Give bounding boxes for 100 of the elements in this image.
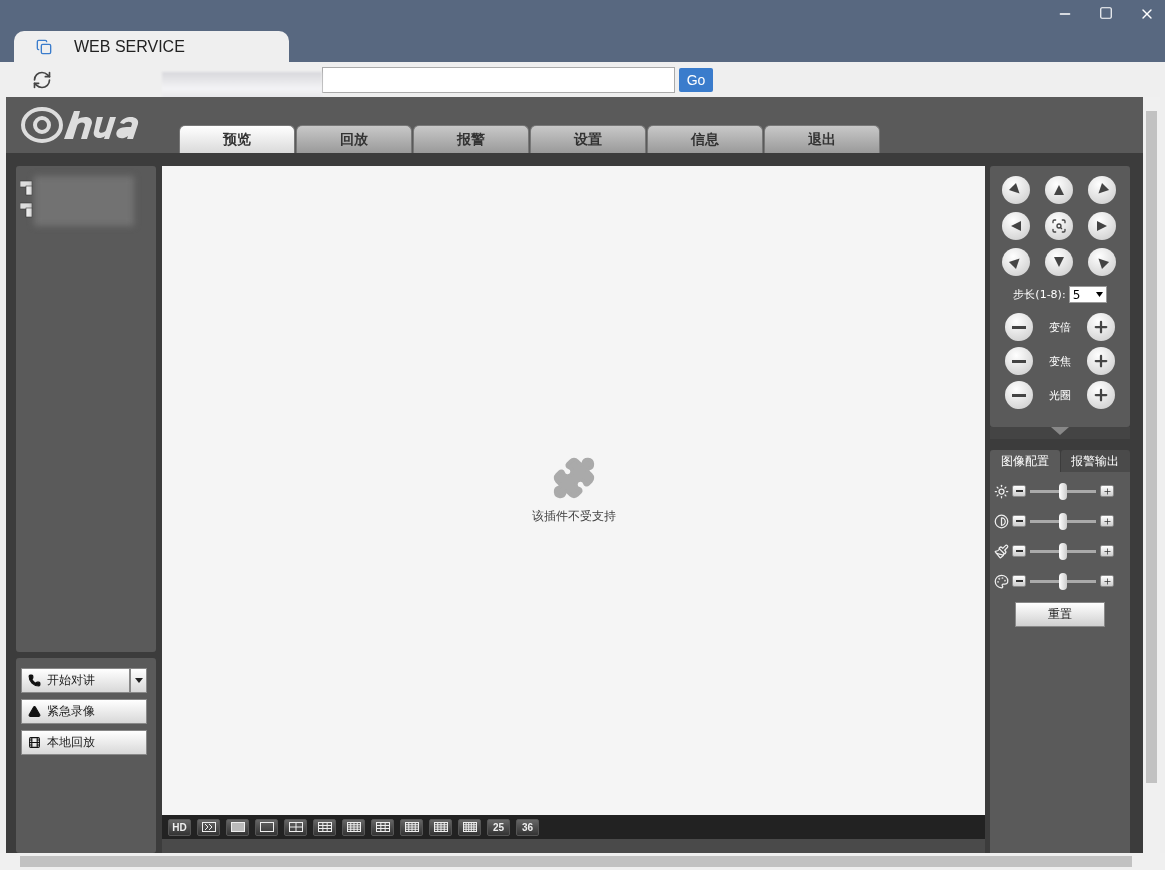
- puzzle-icon: [551, 456, 596, 500]
- nav-tab[interactable]: 退出: [764, 125, 880, 153]
- slider-thumb[interactable]: [1059, 512, 1067, 530]
- minus-button[interactable]: [1005, 347, 1033, 375]
- address-field[interactable]: [322, 66, 675, 93]
- nav-tab[interactable]: 报警: [413, 125, 529, 153]
- increase-button[interactable]: [1100, 515, 1114, 527]
- image-tab[interactable]: 报警输出: [1060, 450, 1130, 472]
- plus-icon: [1102, 576, 1112, 586]
- nav-tab[interactable]: 预览: [179, 125, 295, 153]
- plus-icon: [1092, 352, 1110, 370]
- layout-button[interactable]: HD: [168, 818, 191, 836]
- ptz-left-button[interactable]: [1002, 212, 1030, 240]
- layout-button[interactable]: [371, 818, 394, 836]
- decrease-button[interactable]: [1012, 575, 1026, 587]
- decrease-button[interactable]: [1012, 545, 1026, 557]
- layout-button[interactable]: [197, 818, 220, 836]
- nav-tab[interactable]: 信息: [647, 125, 763, 153]
- decrease-button[interactable]: [1012, 485, 1026, 497]
- layout-button[interactable]: [429, 818, 452, 836]
- caret-icon: [134, 678, 143, 683]
- step-select[interactable]: 5: [1068, 286, 1107, 303]
- minus-button[interactable]: [1005, 313, 1033, 341]
- layout-button[interactable]: [400, 818, 423, 836]
- plus-button[interactable]: [1087, 381, 1115, 409]
- minus-button[interactable]: [1005, 381, 1033, 409]
- slider-thumb[interactable]: [1059, 542, 1067, 560]
- layout-button[interactable]: [458, 818, 481, 836]
- grid-layout-icon: [317, 822, 332, 832]
- ptz-down-button[interactable]: [1045, 248, 1073, 276]
- dropdown-button[interactable]: [130, 668, 147, 693]
- magnifier-icon: [1051, 218, 1067, 234]
- nav-tab[interactable]: 设置: [530, 125, 646, 153]
- plugin-message: 该插件不受支持: [531, 508, 616, 525]
- collapse-bar[interactable]: [990, 427, 1130, 439]
- ptz-up-left-button[interactable]: [1088, 248, 1116, 276]
- tab-title: WEB SERVICE: [74, 37, 185, 56]
- slider-thumb[interactable]: [1059, 572, 1067, 590]
- film-icon: [28, 736, 41, 749]
- grid-layout-icon: [433, 822, 448, 832]
- go-button[interactable]: Go: [679, 67, 713, 92]
- layout-button[interactable]: 25: [487, 818, 510, 836]
- zoom-area-button[interactable]: [1045, 212, 1073, 240]
- layout-button[interactable]: [313, 818, 336, 836]
- action-button[interactable]: 紧急录像: [21, 699, 147, 724]
- plus-button[interactable]: [1087, 313, 1115, 341]
- camera-icon: [20, 202, 34, 218]
- brightness-icon: [994, 483, 1009, 499]
- increase-button[interactable]: [1100, 485, 1114, 497]
- layout-button[interactable]: [342, 818, 365, 836]
- minus-icon: [1015, 490, 1023, 492]
- minus-icon: [1012, 325, 1026, 329]
- adjust-label: 变倍: [1049, 319, 1071, 335]
- increase-button[interactable]: [1100, 575, 1114, 587]
- warning-icon: [28, 705, 41, 718]
- grid-layout-icon: [404, 822, 419, 832]
- action-button[interactable]: 开始对讲: [21, 668, 130, 693]
- plus-button[interactable]: [1087, 347, 1115, 375]
- stream-icon: [201, 822, 216, 832]
- camera-icon: [20, 180, 34, 196]
- layout-button[interactable]: [226, 818, 249, 836]
- fullscreen-icon: [230, 822, 245, 832]
- layout-button[interactable]: 36: [516, 818, 539, 836]
- arrow-icon: [1010, 220, 1022, 232]
- plus-icon: [1092, 386, 1110, 404]
- plus-icon: [1092, 318, 1110, 336]
- grid-layout-icon: [288, 822, 303, 832]
- image-tab[interactable]: 图像配置: [990, 450, 1060, 472]
- phone-icon: [28, 674, 41, 687]
- arrow-icon: [1053, 184, 1065, 196]
- arrow-icon: [1053, 256, 1065, 268]
- reset-button[interactable]: 重置: [1015, 602, 1105, 627]
- browser-tab[interactable]: WEB SERVICE: [14, 31, 289, 62]
- grid-layout-icon: [375, 822, 390, 832]
- reload-icon[interactable]: [32, 69, 52, 90]
- minus-icon: [1015, 580, 1023, 582]
- minus-icon: [1015, 550, 1023, 552]
- minus-icon: [1012, 393, 1026, 397]
- ptz-right-button[interactable]: [1088, 212, 1116, 240]
- slider-thumb[interactable]: [1059, 482, 1067, 500]
- decrease-button[interactable]: [1012, 515, 1026, 527]
- adjust-label: 变焦: [1049, 353, 1071, 369]
- ptz-down-left-button[interactable]: [1088, 176, 1116, 204]
- arrow-icon: [1096, 220, 1108, 232]
- grid-layout-icon: [346, 822, 361, 832]
- maximize-icon[interactable]: [1099, 6, 1113, 20]
- layout-button[interactable]: [284, 818, 307, 836]
- action-button[interactable]: 本地回放: [21, 730, 147, 755]
- increase-button[interactable]: [1100, 545, 1114, 557]
- plus-icon: [1102, 486, 1112, 496]
- minus-icon: [1015, 520, 1023, 522]
- nav-tab[interactable]: 回放: [296, 125, 412, 153]
- plus-icon: [1102, 546, 1112, 556]
- minus-icon: [1012, 359, 1026, 363]
- plus-icon: [1102, 516, 1112, 526]
- caret-icon: [1095, 292, 1103, 297]
- ptz-up-button[interactable]: [1045, 176, 1073, 204]
- ptz-up-right-button[interactable]: [1002, 248, 1030, 276]
- ptz-down-right-button[interactable]: [1002, 176, 1030, 204]
- layout-button[interactable]: [255, 818, 278, 836]
